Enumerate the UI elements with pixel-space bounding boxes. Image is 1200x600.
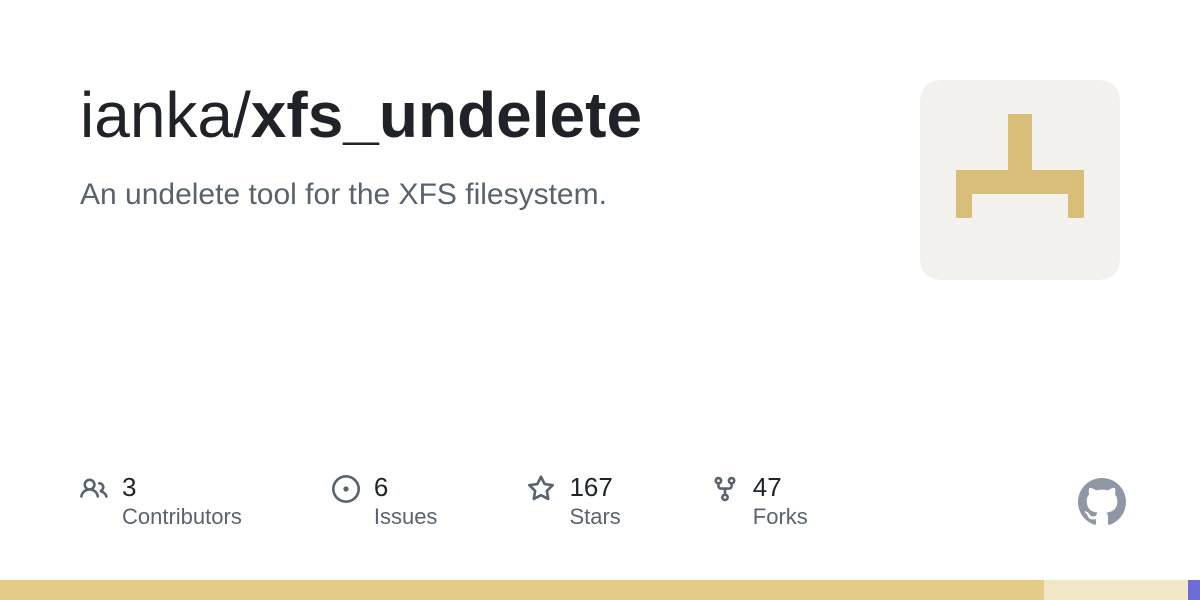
repo-card: ianka/xfs_undelete An undelete tool for … [0,0,1200,280]
repo-info: ianka/xfs_undelete An undelete tool for … [80,80,880,280]
repo-avatar[interactable] [920,80,1120,280]
stars-label: Stars [569,504,620,530]
fork-icon [711,475,739,503]
language-segment [0,580,1044,600]
repo-stats: 3 Contributors 6 Issues 167 Stars 47 For… [80,473,808,530]
stat-contributors[interactable]: 3 Contributors [80,473,242,530]
forks-label: Forks [753,504,808,530]
stat-stars[interactable]: 167 Stars [527,473,620,530]
identicon-icon [940,100,1100,260]
contributors-count: 3 [122,473,242,502]
forks-count: 47 [753,473,808,502]
issue-icon [332,475,360,503]
repo-owner: ianka [80,79,233,151]
stars-count: 167 [569,473,620,502]
language-segment [1188,580,1200,600]
repo-title[interactable]: ianka/xfs_undelete [80,80,880,150]
repo-name: xfs_undelete [251,79,642,151]
language-bar [0,580,1200,600]
star-icon [527,475,555,503]
issues-label: Issues [374,504,438,530]
stat-forks[interactable]: 47 Forks [711,473,808,530]
language-segment [1044,580,1188,600]
people-icon [80,475,108,503]
github-icon[interactable] [1078,478,1126,526]
repo-description: An undelete tool for the XFS filesystem. [80,174,880,216]
stat-issues[interactable]: 6 Issues [332,473,438,530]
issues-count: 6 [374,473,438,502]
contributors-label: Contributors [122,504,242,530]
